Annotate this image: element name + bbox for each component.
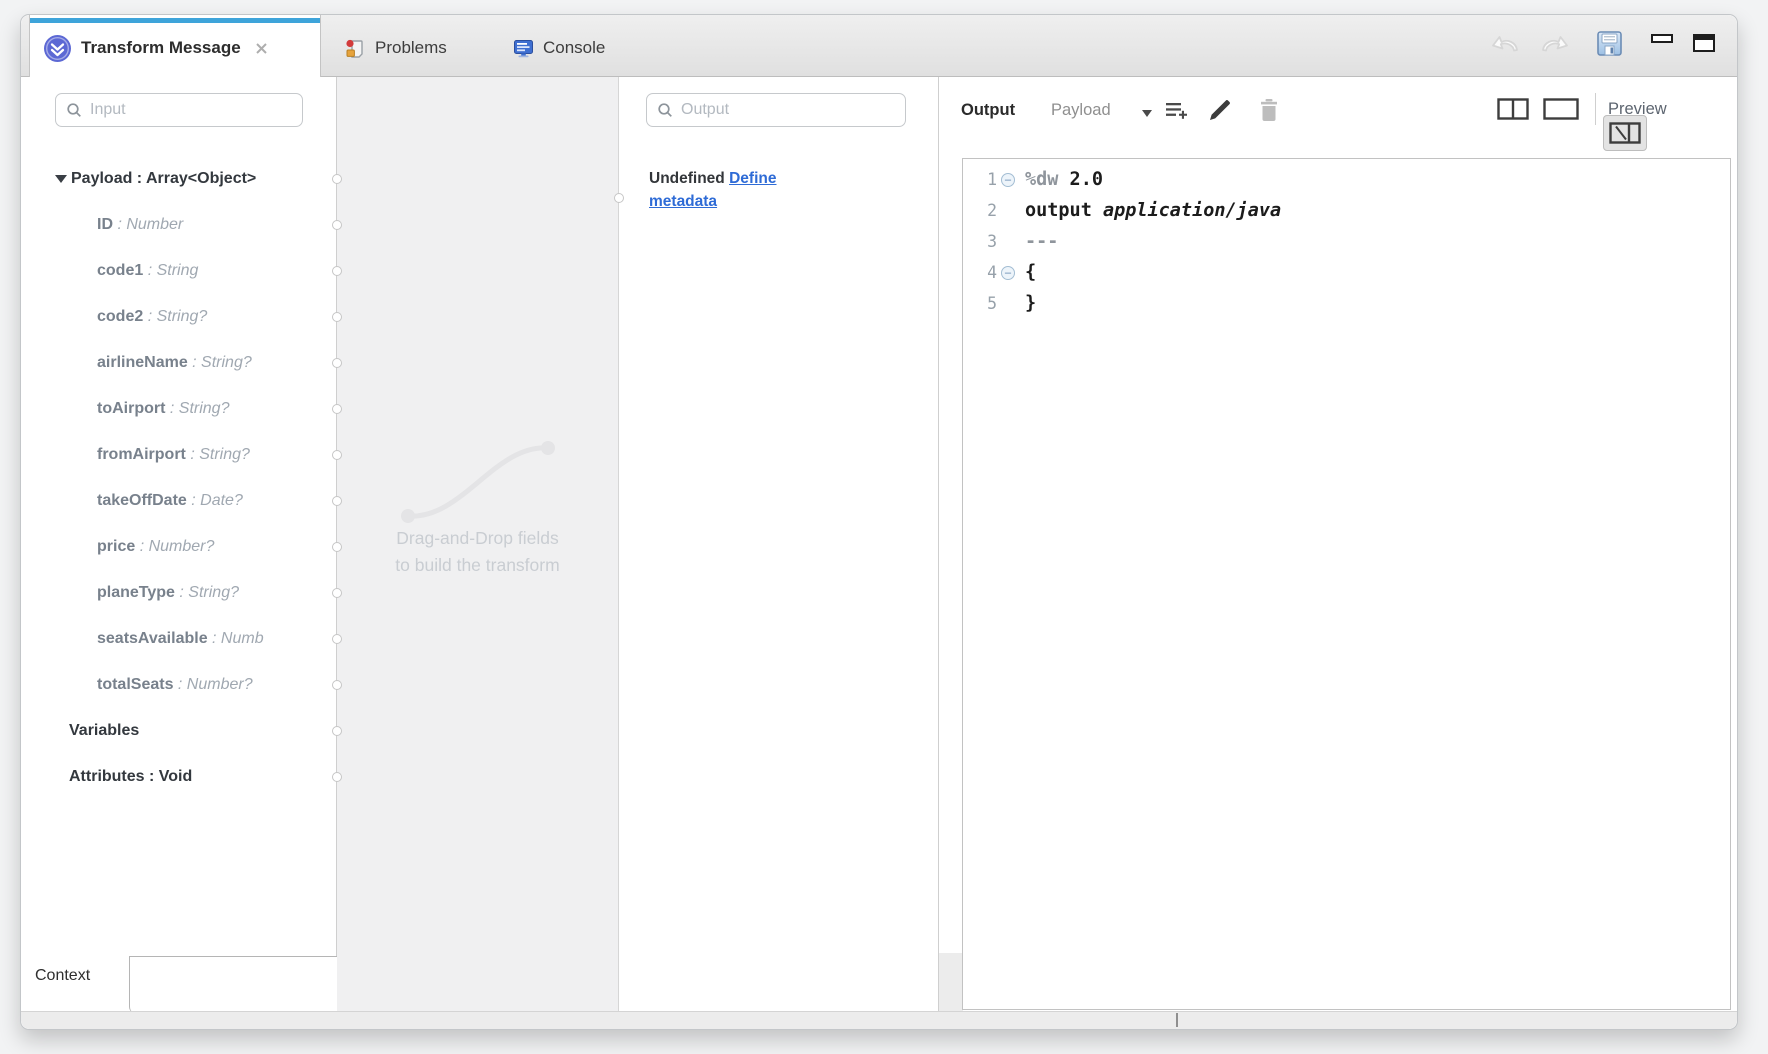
tab-bar: Transform Message Problems [21,15,1737,77]
tab-transform-message[interactable]: Transform Message [29,15,321,77]
line-number: 4 [963,263,997,282]
line-number: 1 [963,170,997,189]
line-number: 3 [963,232,997,251]
drag-anchor-attributes[interactable] [332,772,342,782]
drag-anchor-planetype[interactable] [332,588,342,598]
undefined-label: Undefined [649,170,725,187]
context-tab[interactable]: Context [35,967,90,985]
drag-anchor-toairport[interactable] [332,404,342,414]
drag-anchor-id[interactable] [332,220,342,230]
payload-selector[interactable]: Payload [1051,101,1111,120]
tree-item-planetype[interactable]: planeType : String? [21,570,336,616]
drag-anchor-payload[interactable] [332,174,342,184]
tree-item-payload[interactable]: Payload : Array<Object> [21,156,336,202]
tree-item-toairport[interactable]: toAirport : String? [21,386,336,432]
view-graphical-script-icon[interactable] [1603,115,1647,151]
drag-anchor-code2[interactable] [332,312,342,322]
tab-problems[interactable]: Problems [345,15,447,77]
context-tab-notch [129,956,337,1011]
drag-anchor-airlinename[interactable] [332,358,342,368]
code-line-1: 1−%dw 2.0 [963,164,1730,195]
drag-anchor-seatsavailable[interactable] [332,634,342,644]
drag-anchor-output[interactable] [614,193,624,203]
maximize-icon[interactable] [1693,34,1715,52]
drag-anchor-fromairport[interactable] [332,450,342,460]
code-line-5: 5} [963,288,1730,319]
close-tab-icon[interactable] [255,42,268,55]
code-line-2: 2output application/java [963,195,1730,226]
view-script-only-icon[interactable] [1539,91,1583,127]
problems-icon [345,38,366,59]
tab-console[interactable]: Console [513,15,605,77]
transform-message-window: Transform Message Problems [20,14,1738,1030]
drag-anchor-takeoffdate[interactable] [332,496,342,506]
expander-triangle-icon[interactable] [55,175,67,183]
view-toggle-group: Preview [1491,91,1667,127]
code-line-4: 4−{ [963,257,1730,288]
output-search[interactable] [646,93,906,127]
delete-trash-icon[interactable] [1257,97,1281,123]
drag-anchor-price[interactable] [332,542,342,552]
line-number: 5 [963,294,997,313]
search-icon [657,102,674,119]
input-search[interactable] [55,93,303,127]
window-footer [21,1011,1737,1029]
redo-icon[interactable] [1538,29,1570,57]
tab-label: Console [543,38,605,58]
drag-anchor-code1[interactable] [332,266,342,276]
toolbar-divider [1595,93,1596,125]
tree-item-price[interactable]: price : Number? [21,524,336,570]
drag-anchor-totalseats[interactable] [332,680,342,690]
tree-item-takeoffdate[interactable]: takeOffDate : Date? [21,478,336,524]
dataweave-code-editor[interactable]: 1−%dw 2.02output application/java3---4−{… [962,158,1731,1010]
tab-label: Transform Message [81,38,241,58]
tree-item-variables[interactable]: Variables [21,708,336,754]
dataweave-logo-icon [44,35,71,62]
tree-item-code2[interactable]: code2 : String? [21,294,336,340]
sash-handle[interactable] [1176,1013,1178,1027]
line-number: 2 [963,201,997,220]
editor-ruler-corner [939,953,963,1011]
output-tree-panel: Undefined Define metadata [619,77,939,1011]
drag-anchor-variables[interactable] [332,726,342,736]
input-search-field[interactable] [90,101,297,119]
output-metadata-status: Undefined Define metadata [649,167,829,213]
editor-output-title: Output [961,101,1015,120]
tree-item-airlinename[interactable]: airlineName : String? [21,340,336,386]
drag-drop-hint: Drag-and-Drop fields to build the transf… [337,525,618,579]
tab-label: Problems [375,38,447,58]
add-transform-icon[interactable] [1164,97,1190,123]
console-icon [513,38,534,59]
tree-item-seatsavailable[interactable]: seatsAvailable : Numb [21,616,336,662]
tree-item-totalseats[interactable]: totalSeats : Number? [21,662,336,708]
input-tree-panel: Payload : Array<Object>ID : Numbercode1 … [21,77,337,1011]
mapping-canvas[interactable]: Drag-and-Drop fields to build the transf… [337,77,619,1011]
script-editor-panel: Output Payload [939,77,1737,1011]
window-toolbar [1490,29,1715,57]
active-tab-accent [30,18,320,23]
fold-collapse-icon[interactable]: − [1001,173,1015,187]
tree-item-fromairport[interactable]: fromAirport : String? [21,432,336,478]
code-lines: 1−%dw 2.02output application/java3---4−{… [963,159,1730,319]
tree-item-attributes[interactable]: Attributes : Void [21,754,336,800]
undo-icon[interactable] [1490,29,1522,57]
edit-pencil-icon[interactable] [1207,97,1233,123]
view-split-icon[interactable] [1491,91,1535,127]
tree-item-id[interactable]: ID : Number [21,202,336,248]
code-line-3: 3--- [963,226,1730,257]
editor-header: Output Payload [939,77,1737,141]
save-icon[interactable] [1596,30,1623,57]
fold-collapse-icon[interactable]: − [1001,266,1015,280]
editor-content: Payload : Array<Object>ID : Numbercode1 … [21,77,1737,1011]
chevron-down-icon[interactable] [1142,110,1152,117]
tree-item-code1[interactable]: code1 : String [21,248,336,294]
output-search-field[interactable] [681,101,895,119]
search-icon [66,102,83,119]
